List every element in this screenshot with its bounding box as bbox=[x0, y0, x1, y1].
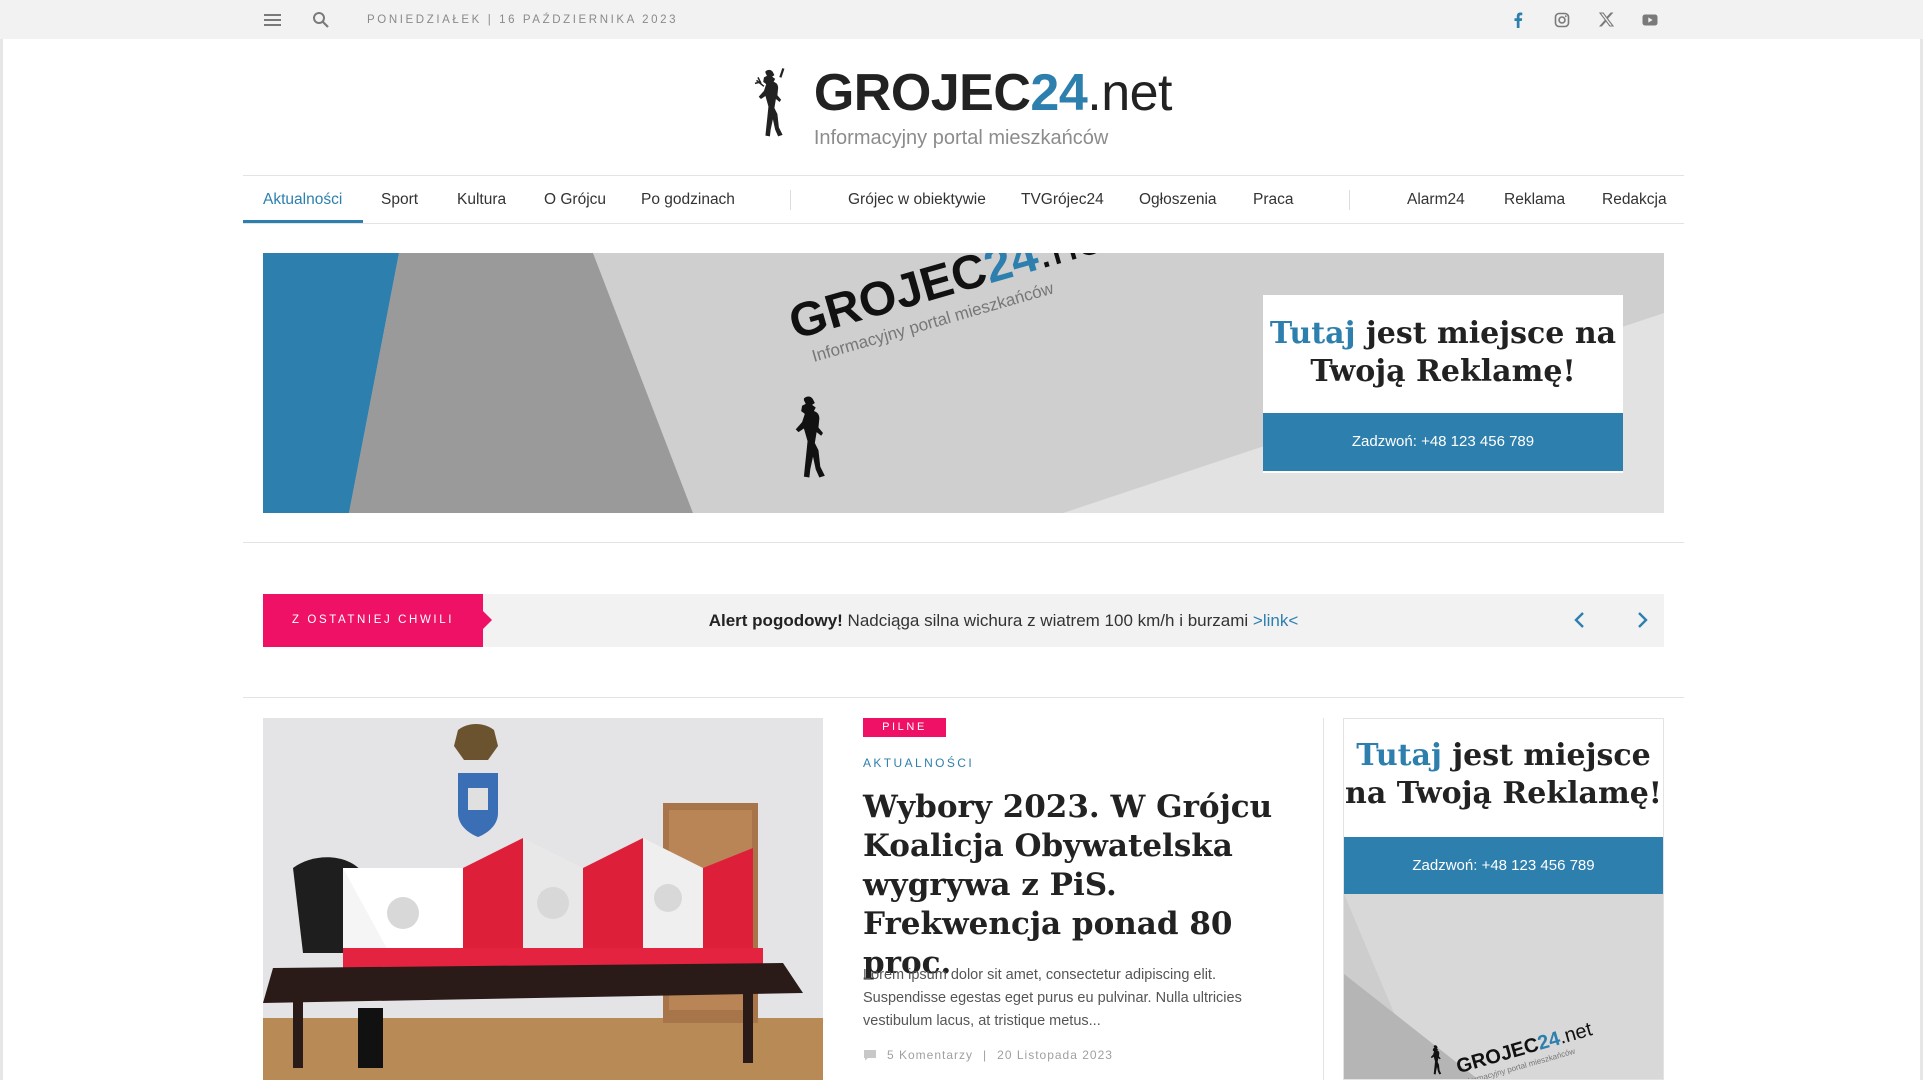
article-photo[interactable] bbox=[263, 718, 823, 1080]
nav-item-praca[interactable]: Praca bbox=[1253, 176, 1294, 224]
breaking-news-ticker: Z OSTATNIEJ CHWILI Alert pogodowy! Nadci… bbox=[263, 594, 1664, 647]
nav-item-tvgrojec24[interactable]: TVGrójec24 bbox=[1021, 176, 1104, 224]
article-headline[interactable]: Wybory 2023. W Grójcu Koalicja Obywatels… bbox=[863, 788, 1283, 983]
nav-divider bbox=[790, 190, 791, 210]
ticker-label: Z OSTATNIEJ CHWILI bbox=[263, 594, 492, 647]
logo-text: GROJEC24.net Informacyjny portal mieszka… bbox=[813, 63, 1173, 150]
youtube-icon[interactable] bbox=[1640, 10, 1660, 30]
sidebar-ad-title-rest: jest miejsce bbox=[1441, 738, 1651, 773]
nav-item-alarm24[interactable]: Alarm24 bbox=[1407, 176, 1465, 224]
article-meta: 5 Komentarzy | 20 Listopada 2023 bbox=[863, 1048, 1113, 1062]
top-bar-inner: PONIEDZIAŁEK | 16 PAŹDZIERNIKA 2023 bbox=[243, 0, 1680, 39]
article-date: 20 Listopada 2023 bbox=[997, 1048, 1113, 1062]
x-icon[interactable] bbox=[1596, 10, 1616, 30]
banner-ad-title: Tutaj jest miejsce na Twoją Reklamę! bbox=[1263, 295, 1623, 413]
search-icon[interactable] bbox=[311, 10, 331, 30]
sidebar-ad-title-highlight: Tutaj bbox=[1356, 738, 1442, 773]
article-excerpt: Lorem ipsum dolor sit amet, consectetur … bbox=[863, 967, 1242, 1029]
banner-call-button[interactable]: Zadzwoń: +48 123 456 789 bbox=[1263, 413, 1623, 471]
banner-ad-card: Tutaj jest miejsce na Twoją Reklamę! Zad… bbox=[1263, 295, 1623, 473]
page-frame-left bbox=[0, 39, 3, 1080]
meta-separator: | bbox=[983, 1048, 988, 1062]
nav-item-kultura[interactable]: Kultura bbox=[457, 176, 506, 224]
section-divider bbox=[243, 542, 1684, 543]
nav-item-redakcja[interactable]: Redakcja bbox=[1602, 176, 1667, 224]
article-category[interactable]: AKTUALNOŚCI bbox=[863, 756, 974, 770]
logo-24: 24 bbox=[1030, 63, 1088, 122]
logo-wordmark: GROJEC24.net bbox=[813, 63, 1173, 122]
nav-item-sport[interactable]: Sport bbox=[381, 176, 418, 224]
ticker-link[interactable]: >link< bbox=[1253, 611, 1298, 630]
sidebar-ad[interactable]: Tutaj jest miejsce na Twoją Reklamę! Zad… bbox=[1343, 718, 1664, 1080]
banner-ad[interactable]: GROJEC24.net Informacyjny portal mieszka… bbox=[263, 253, 1664, 513]
nav-item-aktualnosci[interactable]: Aktualności bbox=[263, 176, 342, 224]
ticker-prev-icon[interactable] bbox=[1567, 608, 1591, 632]
site-logo[interactable]: GROJEC24.net Informacyjny portal mieszka… bbox=[752, 52, 1172, 164]
sidebar-ad-title: Tutaj jest miejsce na Twoją Reklamę! bbox=[1344, 719, 1663, 837]
nav-item-reklama[interactable]: Reklama bbox=[1504, 176, 1565, 224]
nav-divider bbox=[1349, 190, 1350, 210]
nav-item-o-grojcu[interactable]: O Grójcu bbox=[544, 176, 606, 224]
voting-booth-image bbox=[263, 718, 823, 1080]
sidebar-ad-title-line2: na Twoją Reklamę! bbox=[1345, 776, 1662, 811]
logo-subtitle: Informacyjny portal mieszkańców bbox=[813, 126, 1109, 149]
sidebar-call-button[interactable]: Zadzwoń: +48 123 456 789 bbox=[1344, 837, 1663, 894]
ticker-message: Nadciąga silna wichura z wiatrem 100 km/… bbox=[842, 611, 1253, 630]
logo-grojec: GROJEC bbox=[813, 63, 1031, 122]
urgent-badge: PILNE bbox=[863, 718, 946, 737]
ticker-text: Alert pogodowy! Nadciąga silna wichura z… bbox=[483, 594, 1524, 647]
banner-ad-title-highlight: Tutaj bbox=[1269, 316, 1356, 351]
column-divider bbox=[1323, 718, 1324, 1080]
banner-ad-title-rest: jest miejsce na bbox=[1355, 316, 1617, 351]
nav-active-indicator bbox=[243, 220, 363, 223]
section-divider bbox=[243, 697, 1684, 698]
social-links bbox=[1508, 10, 1660, 30]
nav-item-ogloszenia[interactable]: Ogłoszenia bbox=[1139, 176, 1217, 224]
logo-net: .net bbox=[1087, 63, 1172, 122]
comment-count[interactable]: 5 Komentarzy bbox=[887, 1048, 973, 1062]
comment-icon bbox=[864, 1050, 876, 1061]
top-bar: PONIEDZIAŁEK | 16 PAŹDZIERNIKA 2023 bbox=[0, 0, 1923, 39]
nav-item-po-godzinach[interactable]: Po godzinach bbox=[641, 176, 735, 224]
facebook-icon[interactable] bbox=[1508, 10, 1528, 30]
banner-jester-icon bbox=[795, 396, 825, 478]
instagram-icon[interactable] bbox=[1552, 10, 1572, 30]
ticker-next-icon[interactable] bbox=[1631, 608, 1655, 632]
menu-icon[interactable] bbox=[263, 10, 283, 30]
current-date: PONIEDZIAŁEK | 16 PAŹDZIERNIKA 2023 bbox=[367, 13, 679, 26]
nav-item-grojec-w-obiektywie[interactable]: Grójec w obiektywie bbox=[848, 176, 986, 224]
banner-ad-title-line2: Twoją Reklamę! bbox=[1310, 354, 1576, 389]
main-nav: Aktualności Sport Kultura O Grójcu Po go… bbox=[243, 175, 1684, 224]
jester-figure-icon bbox=[754, 68, 785, 137]
ticker-headline: Alert pogodowy! bbox=[708, 611, 843, 630]
sidebar-jester-icon bbox=[1430, 1045, 1442, 1075]
